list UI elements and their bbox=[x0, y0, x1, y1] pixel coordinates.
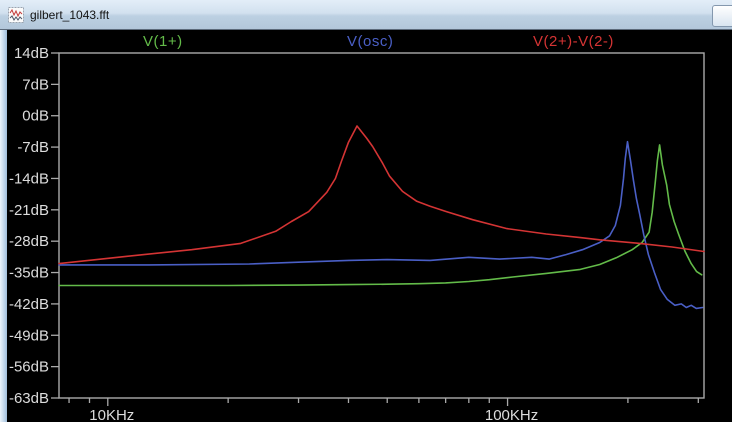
plot-border bbox=[59, 53, 704, 398]
y-tick-label: 14dB bbox=[14, 45, 49, 62]
x-tick-label: 100KHz bbox=[485, 407, 538, 422]
y-tick-label: -7dB bbox=[17, 139, 49, 156]
y-tick-label: -21dB bbox=[9, 202, 49, 219]
y-tick-label: -35dB bbox=[9, 265, 49, 282]
y-tick-label: 7dB bbox=[22, 76, 49, 93]
title-bar[interactable]: gilbert_1043.fft bbox=[0, 0, 732, 30]
y-tick-label: -42dB bbox=[9, 296, 49, 313]
ltspice-plot-window: gilbert_1043.fft V(1+) V(osc) V(2+)-V(2-… bbox=[0, 0, 732, 422]
plot-pane: V(1+) V(osc) V(2+)-V(2-) 14dB7dB0dB-7dB-… bbox=[0, 30, 732, 422]
y-tick-label: 0dB bbox=[22, 108, 49, 125]
y-tick-label: -49dB bbox=[9, 327, 49, 344]
y-tick-label: -63dB bbox=[9, 390, 49, 407]
waveform-document-icon bbox=[8, 7, 24, 23]
window-title: gilbert_1043.fft bbox=[30, 8, 109, 22]
window-control-button[interactable] bbox=[712, 5, 732, 27]
fft-plot-area[interactable]: 14dB 7dB 0dB -7dB -14dB -21dB -28dB -35dB -42dB -… bbox=[0, 30, 732, 422]
y-tick-label: -56dB bbox=[9, 359, 49, 376]
trace-1[interactable] bbox=[59, 142, 703, 309]
y-tick-label: -28dB bbox=[9, 233, 49, 250]
trace-2[interactable] bbox=[59, 126, 704, 264]
x-tick-label: 10KHz bbox=[89, 407, 134, 422]
y-tick-label: -14dB bbox=[9, 170, 49, 187]
